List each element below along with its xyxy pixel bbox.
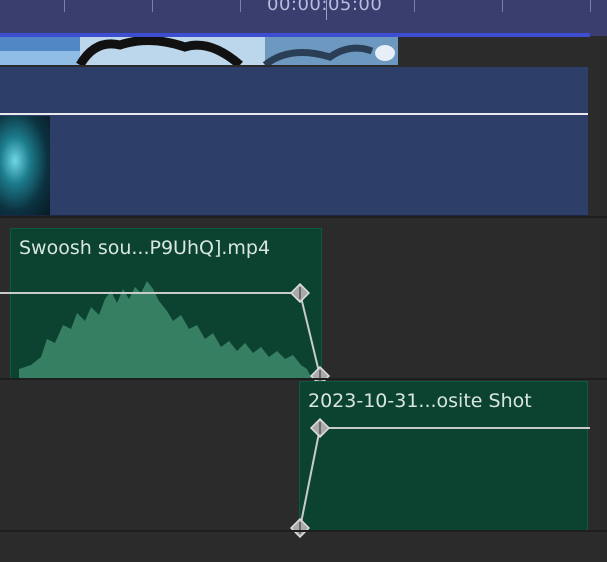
audio-clip-composite-shot[interactable]: 2023-10-31...osite Shot	[299, 381, 588, 531]
video-clip[interactable]	[0, 67, 588, 216]
video-thumbnail-strip	[0, 37, 398, 65]
keyframe-diamond-icon[interactable]	[290, 518, 310, 538]
ruler-tick	[414, 0, 415, 12]
thumbnail-strip-image	[0, 37, 398, 65]
ruler-timecode-label: 00:00:05:00	[267, 0, 383, 15]
video-clip-thumbnail	[0, 116, 50, 215]
ruler-tick	[240, 0, 241, 12]
track-divider	[0, 530, 607, 532]
video-track	[0, 37, 607, 217]
ruler-tick	[590, 0, 591, 12]
keyframe-diamond-icon[interactable]	[290, 283, 310, 303]
audio-clip-swoosh[interactable]: Swoosh sou...P9UhQ].mp4	[10, 228, 322, 380]
ruler-tick	[64, 0, 65, 12]
track-divider	[0, 378, 607, 380]
track-divider	[0, 216, 607, 218]
audio-clip-title: 2023-10-31...osite Shot	[308, 390, 532, 412]
audio-waveform	[19, 281, 312, 379]
ruler-tick	[502, 0, 503, 12]
video-opacity-line[interactable]	[0, 113, 588, 115]
time-ruler[interactable]: 00:00:05:00	[0, 0, 607, 36]
keyframe-diamond-icon[interactable]	[310, 418, 330, 438]
ruler-tick	[152, 0, 153, 12]
timeline-editor: 00:00:05:00 Swoosh sou...P9UhQ].mp4 2023…	[0, 0, 607, 562]
